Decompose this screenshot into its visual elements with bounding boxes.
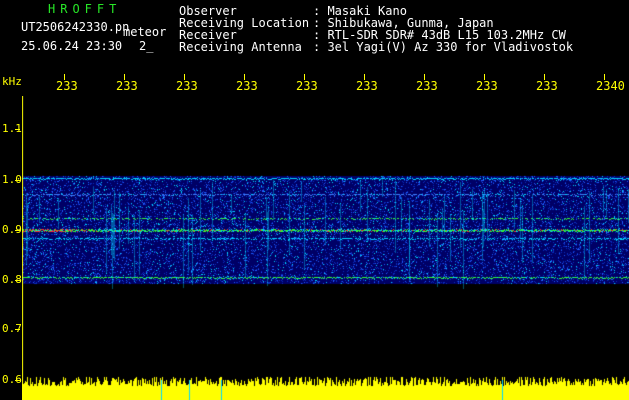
time-axis: 233 233 233 233 233 233 233 233 233 2340 bbox=[0, 74, 629, 96]
antenna-value: : 3el Yagi(V) Az 330 for Vladivostok bbox=[313, 40, 574, 54]
time-tick-label: 233 bbox=[356, 79, 378, 93]
spectrogram-waterfall bbox=[22, 96, 629, 400]
app-title: HROFFT bbox=[48, 2, 122, 16]
echo-count: 2_ bbox=[139, 39, 154, 53]
image-filename: UT2506242330.pn bbox=[21, 20, 130, 34]
frequency-tick-mark bbox=[15, 280, 20, 281]
antenna-label: Receiving Antenna bbox=[179, 40, 302, 54]
time-tick-label: 2340 bbox=[596, 79, 625, 93]
frequency-tick-mark bbox=[15, 230, 20, 231]
time-tick-label: 233 bbox=[176, 79, 198, 93]
time-tick-label: 233 bbox=[116, 79, 138, 93]
frequency-tick-mark bbox=[15, 380, 20, 381]
time-tick-label: 233 bbox=[536, 79, 558, 93]
time-tick-label: 233 bbox=[56, 79, 78, 93]
time-tick-label: 233 bbox=[416, 79, 438, 93]
frequency-tick-mark bbox=[15, 180, 20, 181]
time-tick-label: 233 bbox=[296, 79, 318, 93]
hrofft-window: HROFFT UT2506242330.pn meteor 25.06.24 2… bbox=[0, 0, 629, 400]
time-tick-label: 233 bbox=[476, 79, 498, 93]
frequency-tick-mark bbox=[15, 129, 20, 130]
time-tick-label: 233 bbox=[236, 79, 258, 93]
frequency-tick-mark bbox=[15, 329, 20, 330]
observation-type: meteor bbox=[123, 25, 167, 39]
frequency-axis: 1.1 1.0 0.9 0.8 0.7 0.6 bbox=[0, 96, 22, 400]
observation-datetime: 25.06.24 23:30 bbox=[21, 39, 123, 53]
